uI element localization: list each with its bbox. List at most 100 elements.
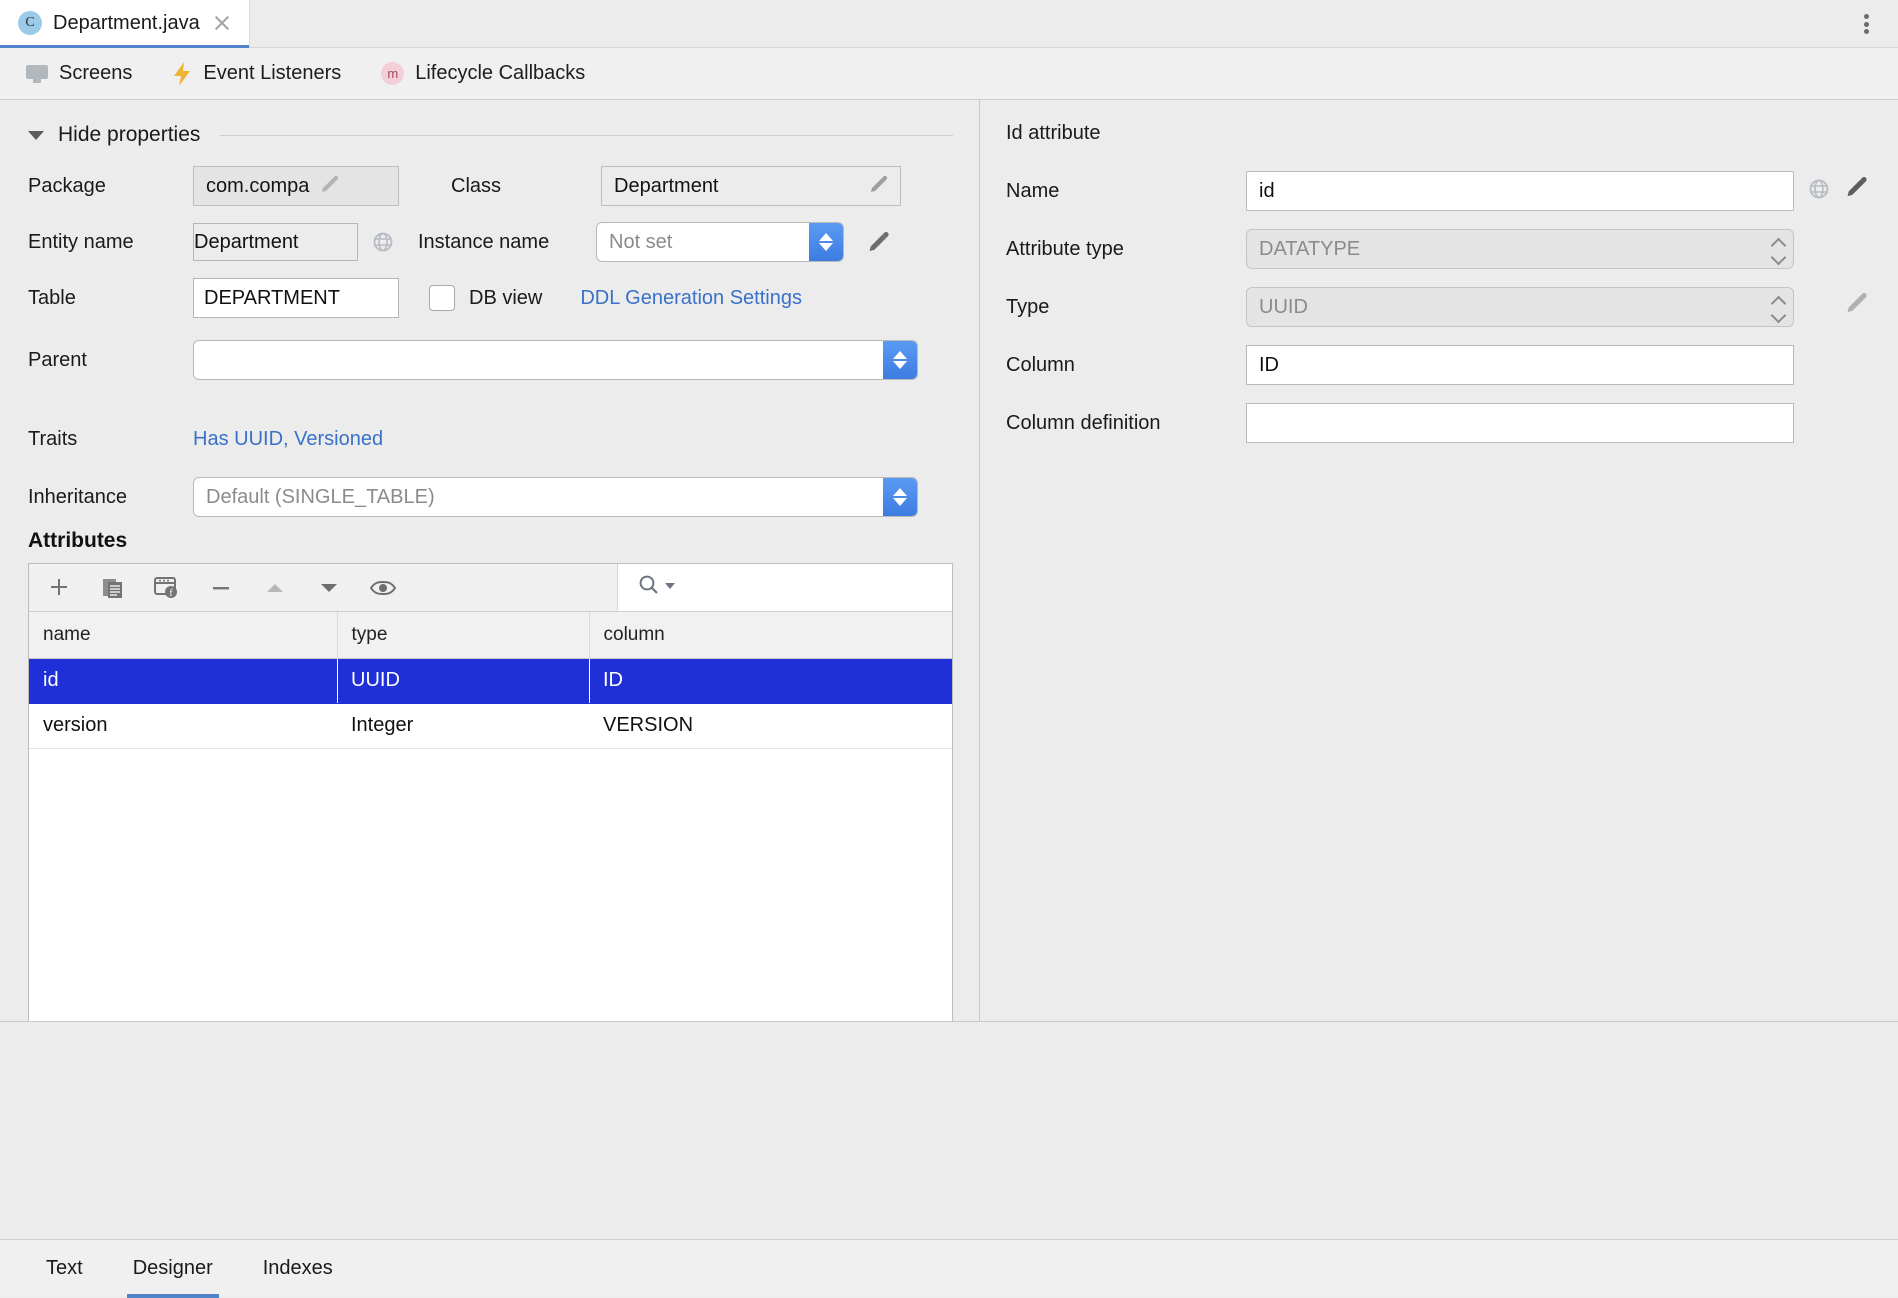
editor-bottom-area: Text Designer Indexes <box>0 1021 1898 1297</box>
attributes-toolbar: f <box>29 564 952 612</box>
instance-name-value: Not set <box>597 223 809 261</box>
globe-icon[interactable] <box>372 231 394 253</box>
parent-label: Parent <box>28 349 193 372</box>
row-detail-type: Type UUID <box>1006 287 1870 327</box>
detail-column-definition-input[interactable] <box>1246 403 1794 443</box>
attributes-table-header: name type column <box>29 612 952 658</box>
package-value: com.compa <box>206 175 309 198</box>
pencil-icon[interactable] <box>866 231 888 253</box>
detail-attribute-type-label: Attribute type <box>1006 238 1246 261</box>
search-icon <box>638 574 660 601</box>
db-view-checkbox[interactable] <box>429 285 455 311</box>
copy-icon[interactable] <box>97 572 129 604</box>
package-field[interactable]: com.compa <box>193 166 399 206</box>
search-dropdown-icon[interactable] <box>664 579 676 597</box>
designer-navbar: Screens Event Listeners m Lifecycle Call… <box>0 48 1898 100</box>
cell-attribute-name: id <box>29 658 337 703</box>
stepper-icon[interactable] <box>883 478 917 516</box>
instance-name-label: Instance name <box>418 231 596 254</box>
nav-item-event-listeners-label: Event Listeners <box>203 62 341 85</box>
pencil-icon[interactable] <box>1844 176 1870 207</box>
detail-attribute-type-combo: DATATYPE <box>1246 229 1794 269</box>
nav-item-event-listeners[interactable]: Event Listeners <box>172 62 341 86</box>
minus-icon[interactable] <box>205 572 237 604</box>
hide-properties-toggle[interactable]: Hide properties <box>0 118 979 152</box>
detail-column-input[interactable]: ID <box>1246 345 1794 385</box>
stepper-icon <box>1763 297 1793 318</box>
editor-bottom-tabs: Text Designer Indexes <box>0 1239 1898 1297</box>
traits-label: Traits <box>28 428 193 451</box>
tab-indexes[interactable]: Indexes <box>257 1240 339 1298</box>
entity-name-label: Entity name <box>28 231 193 254</box>
detail-type-label: Type <box>1006 296 1246 319</box>
inheritance-value: Default (SINGLE_TABLE) <box>194 478 883 516</box>
pencil-icon[interactable] <box>319 175 341 197</box>
table-label: Table <box>28 287 193 310</box>
db-view-label: DB view <box>469 287 542 310</box>
detail-type-icons <box>1808 292 1870 323</box>
attribute-detail-title: Id attribute <box>980 122 1898 171</box>
row-table: Table DB view DDL Generation Settings <box>28 278 953 318</box>
cell-attribute-type: UUID <box>337 658 589 703</box>
pencil-icon[interactable] <box>868 175 890 197</box>
attributes-search-field[interactable] <box>617 564 952 611</box>
detail-name-icons <box>1808 176 1870 207</box>
plus-icon[interactable] <box>43 572 75 604</box>
tab-designer[interactable]: Designer <box>127 1240 219 1298</box>
column-header-type[interactable]: type <box>337 612 589 658</box>
column-header-name[interactable]: name <box>29 612 337 658</box>
nav-item-lifecycle-callbacks-label: Lifecycle Callbacks <box>415 62 585 85</box>
row-detail-column: Column ID <box>1006 345 1870 385</box>
nav-item-lifecycle-callbacks[interactable]: m Lifecycle Callbacks <box>381 62 585 85</box>
entity-name-input[interactable]: Department <box>193 223 358 261</box>
attributes-panel: f <box>28 563 953 1021</box>
row-detail-attribute-type: Attribute type DATATYPE <box>1006 229 1870 269</box>
window-f-icon[interactable]: f <box>151 572 183 604</box>
detail-type-combo: UUID <box>1246 287 1794 327</box>
row-traits: Traits Has UUID, Versioned <box>28 428 953 451</box>
table-input[interactable] <box>193 278 399 318</box>
detail-column-definition-label: Column definition <box>1006 412 1246 435</box>
attribute-detail-pane: Id attribute Name id <box>980 100 1898 1021</box>
class-value: Department <box>614 175 858 198</box>
close-icon[interactable] <box>211 12 233 34</box>
detail-column-label: Column <box>1006 354 1246 377</box>
detail-type-value: UUID <box>1259 296 1763 319</box>
method-m-icon: m <box>381 62 404 85</box>
parent-value <box>194 341 883 379</box>
globe-icon[interactable] <box>1808 178 1830 205</box>
stepper-icon[interactable] <box>883 341 917 379</box>
cell-attribute-name: version <box>29 703 337 748</box>
entity-properties-pane: Hide properties Package com.compa Class … <box>0 100 980 1021</box>
nav-item-screens[interactable]: Screens <box>26 62 132 85</box>
editor-tab-department-java[interactable]: C Department.java <box>0 0 250 47</box>
traits-value-link[interactable]: Has UUID, Versioned <box>193 428 383 451</box>
section-divider <box>220 135 953 136</box>
attribute-detail-form: Name id <box>980 171 1898 443</box>
table-row[interactable]: version Integer VERSION <box>29 703 952 748</box>
instance-name-combo[interactable]: Not set <box>596 222 844 262</box>
detail-attribute-type-value: DATATYPE <box>1259 238 1763 261</box>
column-header-column[interactable]: column <box>589 612 952 658</box>
eye-icon[interactable] <box>367 572 399 604</box>
detail-name-input[interactable]: id <box>1246 171 1794 211</box>
class-label: Class <box>451 175 601 198</box>
screen-icon <box>26 65 48 83</box>
tab-text[interactable]: Text <box>40 1240 89 1298</box>
more-options-icon[interactable] <box>1854 11 1878 37</box>
table-row[interactable]: id UUID ID <box>29 658 952 703</box>
ddl-generation-settings-link[interactable]: DDL Generation Settings <box>580 287 802 310</box>
designer-main: Hide properties Package com.compa Class … <box>0 100 1898 1021</box>
triangle-up-icon[interactable] <box>259 572 291 604</box>
nav-item-screens-label: Screens <box>59 62 132 85</box>
triangle-down-icon <box>28 131 44 140</box>
triangle-down-icon[interactable] <box>313 572 345 604</box>
class-field[interactable]: Department <box>601 166 901 206</box>
inheritance-combo[interactable]: Default (SINGLE_TABLE) <box>193 477 918 517</box>
cell-attribute-type: Integer <box>337 703 589 748</box>
stepper-icon[interactable] <box>809 223 843 261</box>
detail-name-value: id <box>1259 180 1275 203</box>
detail-column-value: ID <box>1259 354 1279 377</box>
row-detail-name: Name id <box>1006 171 1870 211</box>
parent-combo[interactable] <box>193 340 918 380</box>
